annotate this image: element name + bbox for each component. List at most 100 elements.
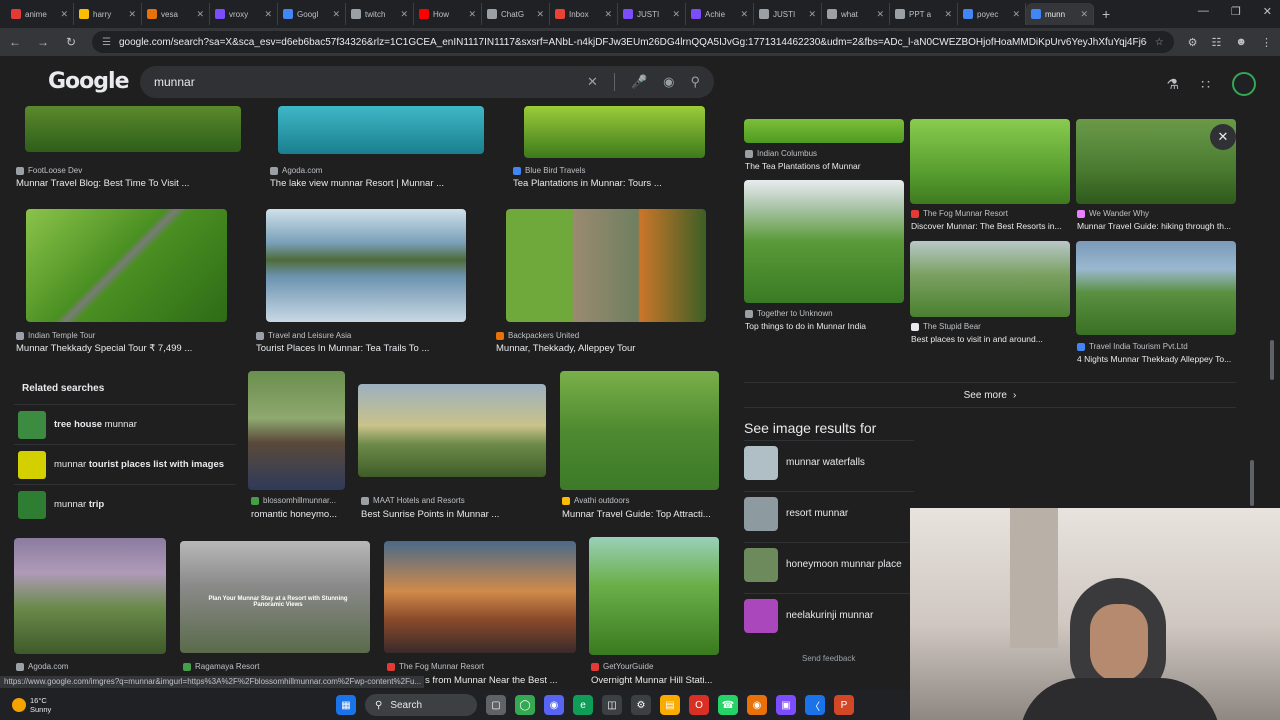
tab-close-icon[interactable]: ✕ <box>604 9 612 20</box>
minimize-icon[interactable]: — <box>1198 5 1209 18</box>
address-bar[interactable]: ☰ google.com/search?sa=X&sca_esv=d6eb6ba… <box>92 31 1174 53</box>
tab-close-icon[interactable]: ✕ <box>740 9 748 20</box>
result-title[interactable]: Munnar Travel Blog: Best Time To Visit .… <box>16 178 236 189</box>
result-image[interactable] <box>384 541 576 653</box>
reload-icon[interactable]: ↻ <box>64 35 78 49</box>
lens-icon[interactable]: ◉ <box>663 74 674 90</box>
file-explorer-icon[interactable]: ▤ <box>660 695 680 715</box>
result-title[interactable]: romantic honeymo... <box>251 509 351 520</box>
result-image[interactable] <box>278 106 484 154</box>
search-box[interactable]: ✕ 🎤 ◉ ⚲ <box>140 66 714 98</box>
microphone-icon[interactable]: 🎤 <box>631 74 647 90</box>
tab-close-icon[interactable]: ✕ <box>60 9 68 20</box>
result-title[interactable]: Best Sunrise Points in Munnar ... <box>361 509 551 520</box>
panel-image[interactable] <box>744 180 904 303</box>
whatsapp-icon[interactable]: ☎ <box>718 695 738 715</box>
vscode-icon[interactable]: 〈 <box>805 695 825 715</box>
extensions-icon[interactable]: ⚙ <box>1188 36 1198 49</box>
labs-icon[interactable]: ⚗ <box>1167 76 1180 93</box>
menu-icon[interactable]: ⋮ <box>1261 36 1272 49</box>
browser-tab[interactable]: How ✕ <box>414 3 482 25</box>
windows-start-icon[interactable]: ▦ <box>336 695 356 715</box>
panel-title[interactable]: Top things to do in Munnar India <box>745 321 905 331</box>
image-result-link[interactable]: neelakurinji munnar <box>744 593 914 637</box>
result-title[interactable]: s from Munnar Near the Best ... <box>425 675 575 686</box>
result-image[interactable] <box>560 371 719 490</box>
browser-tab[interactable]: PPT a ✕ <box>890 3 958 25</box>
browser-tab[interactable]: twitch ✕ <box>346 3 414 25</box>
panel-scrollbar-thumb[interactable] <box>1250 460 1254 506</box>
reading-list-icon[interactable]: ☷ <box>1212 36 1222 49</box>
chrome-icon[interactable]: ◯ <box>515 695 535 715</box>
result-title[interactable]: Overnight Munnar Hill Stati... <box>591 675 721 686</box>
result-image[interactable] <box>266 209 466 322</box>
panel-title[interactable]: 4 Nights Munnar Thekkady Alleppey To... <box>1077 354 1237 364</box>
panel-image[interactable] <box>910 119 1070 204</box>
maximize-icon[interactable]: ❐ <box>1231 5 1241 18</box>
result-image[interactable] <box>506 209 706 322</box>
related-search-item[interactable]: tree house munnar <box>14 404 236 444</box>
search-input[interactable] <box>154 75 588 89</box>
result-title[interactable]: Tea Plantations in Munnar: Tours ... <box>513 178 713 189</box>
tab-close-icon[interactable]: ✕ <box>400 9 408 20</box>
panel-title[interactable]: Munnar Travel Guide: hiking through th..… <box>1077 221 1237 231</box>
result-image[interactable] <box>358 384 546 477</box>
browser-tab[interactable]: what ✕ <box>822 3 890 25</box>
result-image[interactable] <box>26 209 227 322</box>
avatar[interactable] <box>1232 72 1256 96</box>
site-info-icon[interactable]: ☰ <box>102 37 111 48</box>
result-image[interactable] <box>248 371 345 490</box>
close-panel-button[interactable]: ✕ <box>1210 124 1236 150</box>
result-image[interactable] <box>589 537 719 655</box>
see-more-button[interactable]: See more › <box>744 382 1236 408</box>
store-icon[interactable]: ◫ <box>602 695 622 715</box>
panel-image[interactable] <box>910 241 1070 317</box>
result-image[interactable] <box>25 106 241 152</box>
search-icon[interactable]: ⚲ <box>690 74 700 90</box>
panel-title[interactable]: Best places to visit in and around... <box>911 334 1071 344</box>
result-title[interactable]: Munnar Travel Guide: Top Attracti... <box>562 509 722 520</box>
browser-tab[interactable]: Inbox ✕ <box>550 3 618 25</box>
image-result-link[interactable]: honeymoon munnar place <box>744 542 914 586</box>
close-window-icon[interactable]: ✕ <box>1263 5 1272 18</box>
scrollbar-thumb[interactable] <box>1270 340 1274 380</box>
powerpoint-icon[interactable]: P <box>834 695 854 715</box>
result-title[interactable]: The lake view munnar Resort | Munnar ... <box>270 178 490 189</box>
tab-close-icon[interactable]: ✕ <box>1080 9 1088 20</box>
edge-icon[interactable]: e <box>573 695 593 715</box>
tab-close-icon[interactable]: ✕ <box>944 9 952 20</box>
firefox-icon[interactable]: ◉ <box>747 695 767 715</box>
discord-icon[interactable]: ◉ <box>544 695 564 715</box>
weather-widget[interactable]: 16°C Sunny <box>0 696 140 714</box>
panel-image[interactable] <box>744 119 904 143</box>
tab-close-icon[interactable]: ✕ <box>808 9 816 20</box>
new-tab-icon[interactable]: + <box>1102 6 1110 22</box>
send-feedback-link[interactable]: Send feedback <box>802 654 855 663</box>
browser-tab[interactable]: JUSTI ✕ <box>618 3 686 25</box>
opera-icon[interactable]: O <box>689 695 709 715</box>
image-result-link[interactable]: munnar waterfalls <box>744 440 914 484</box>
browser-tab[interactable]: anime ✕ <box>6 3 74 25</box>
browser-tab[interactable]: JUSTI ✕ <box>754 3 822 25</box>
panel-title[interactable]: The Tea Plantations of Munnar <box>745 161 905 171</box>
settings-icon[interactable]: ⚙ <box>631 695 651 715</box>
result-title[interactable]: Munnar, Thekkady, Alleppey Tour <box>496 343 722 354</box>
related-search-item[interactable]: munnar tourist places list with images <box>14 444 236 484</box>
taskbar-search[interactable]: ⚲ Search <box>365 694 477 716</box>
image-result-link[interactable]: resort munnar <box>744 491 914 535</box>
browser-tab[interactable]: vesa ✕ <box>142 3 210 25</box>
tab-close-icon[interactable]: ✕ <box>332 9 340 20</box>
panel-image[interactable] <box>1076 241 1236 335</box>
result-title[interactable]: Munnar Thekkady Special Tour ₹ 7,499 ... <box>16 343 242 354</box>
result-image[interactable]: Plan Your Munnar Stay at a Resort with S… <box>180 541 370 653</box>
browser-tab[interactable]: Achie ✕ <box>686 3 754 25</box>
app-icon[interactable]: ▣ <box>776 695 796 715</box>
tab-close-icon[interactable]: ✕ <box>128 9 136 20</box>
tab-close-icon[interactable]: ✕ <box>672 9 680 20</box>
bookmark-star-icon[interactable]: ☆ <box>1155 37 1164 48</box>
browser-tab[interactable]: munn ✕ <box>1026 3 1094 25</box>
tab-close-icon[interactable]: ✕ <box>876 9 884 20</box>
browser-tab[interactable]: vroxy ✕ <box>210 3 278 25</box>
profile-icon[interactable]: ☻ <box>1235 36 1247 49</box>
browser-tab[interactable]: ChatG ✕ <box>482 3 550 25</box>
